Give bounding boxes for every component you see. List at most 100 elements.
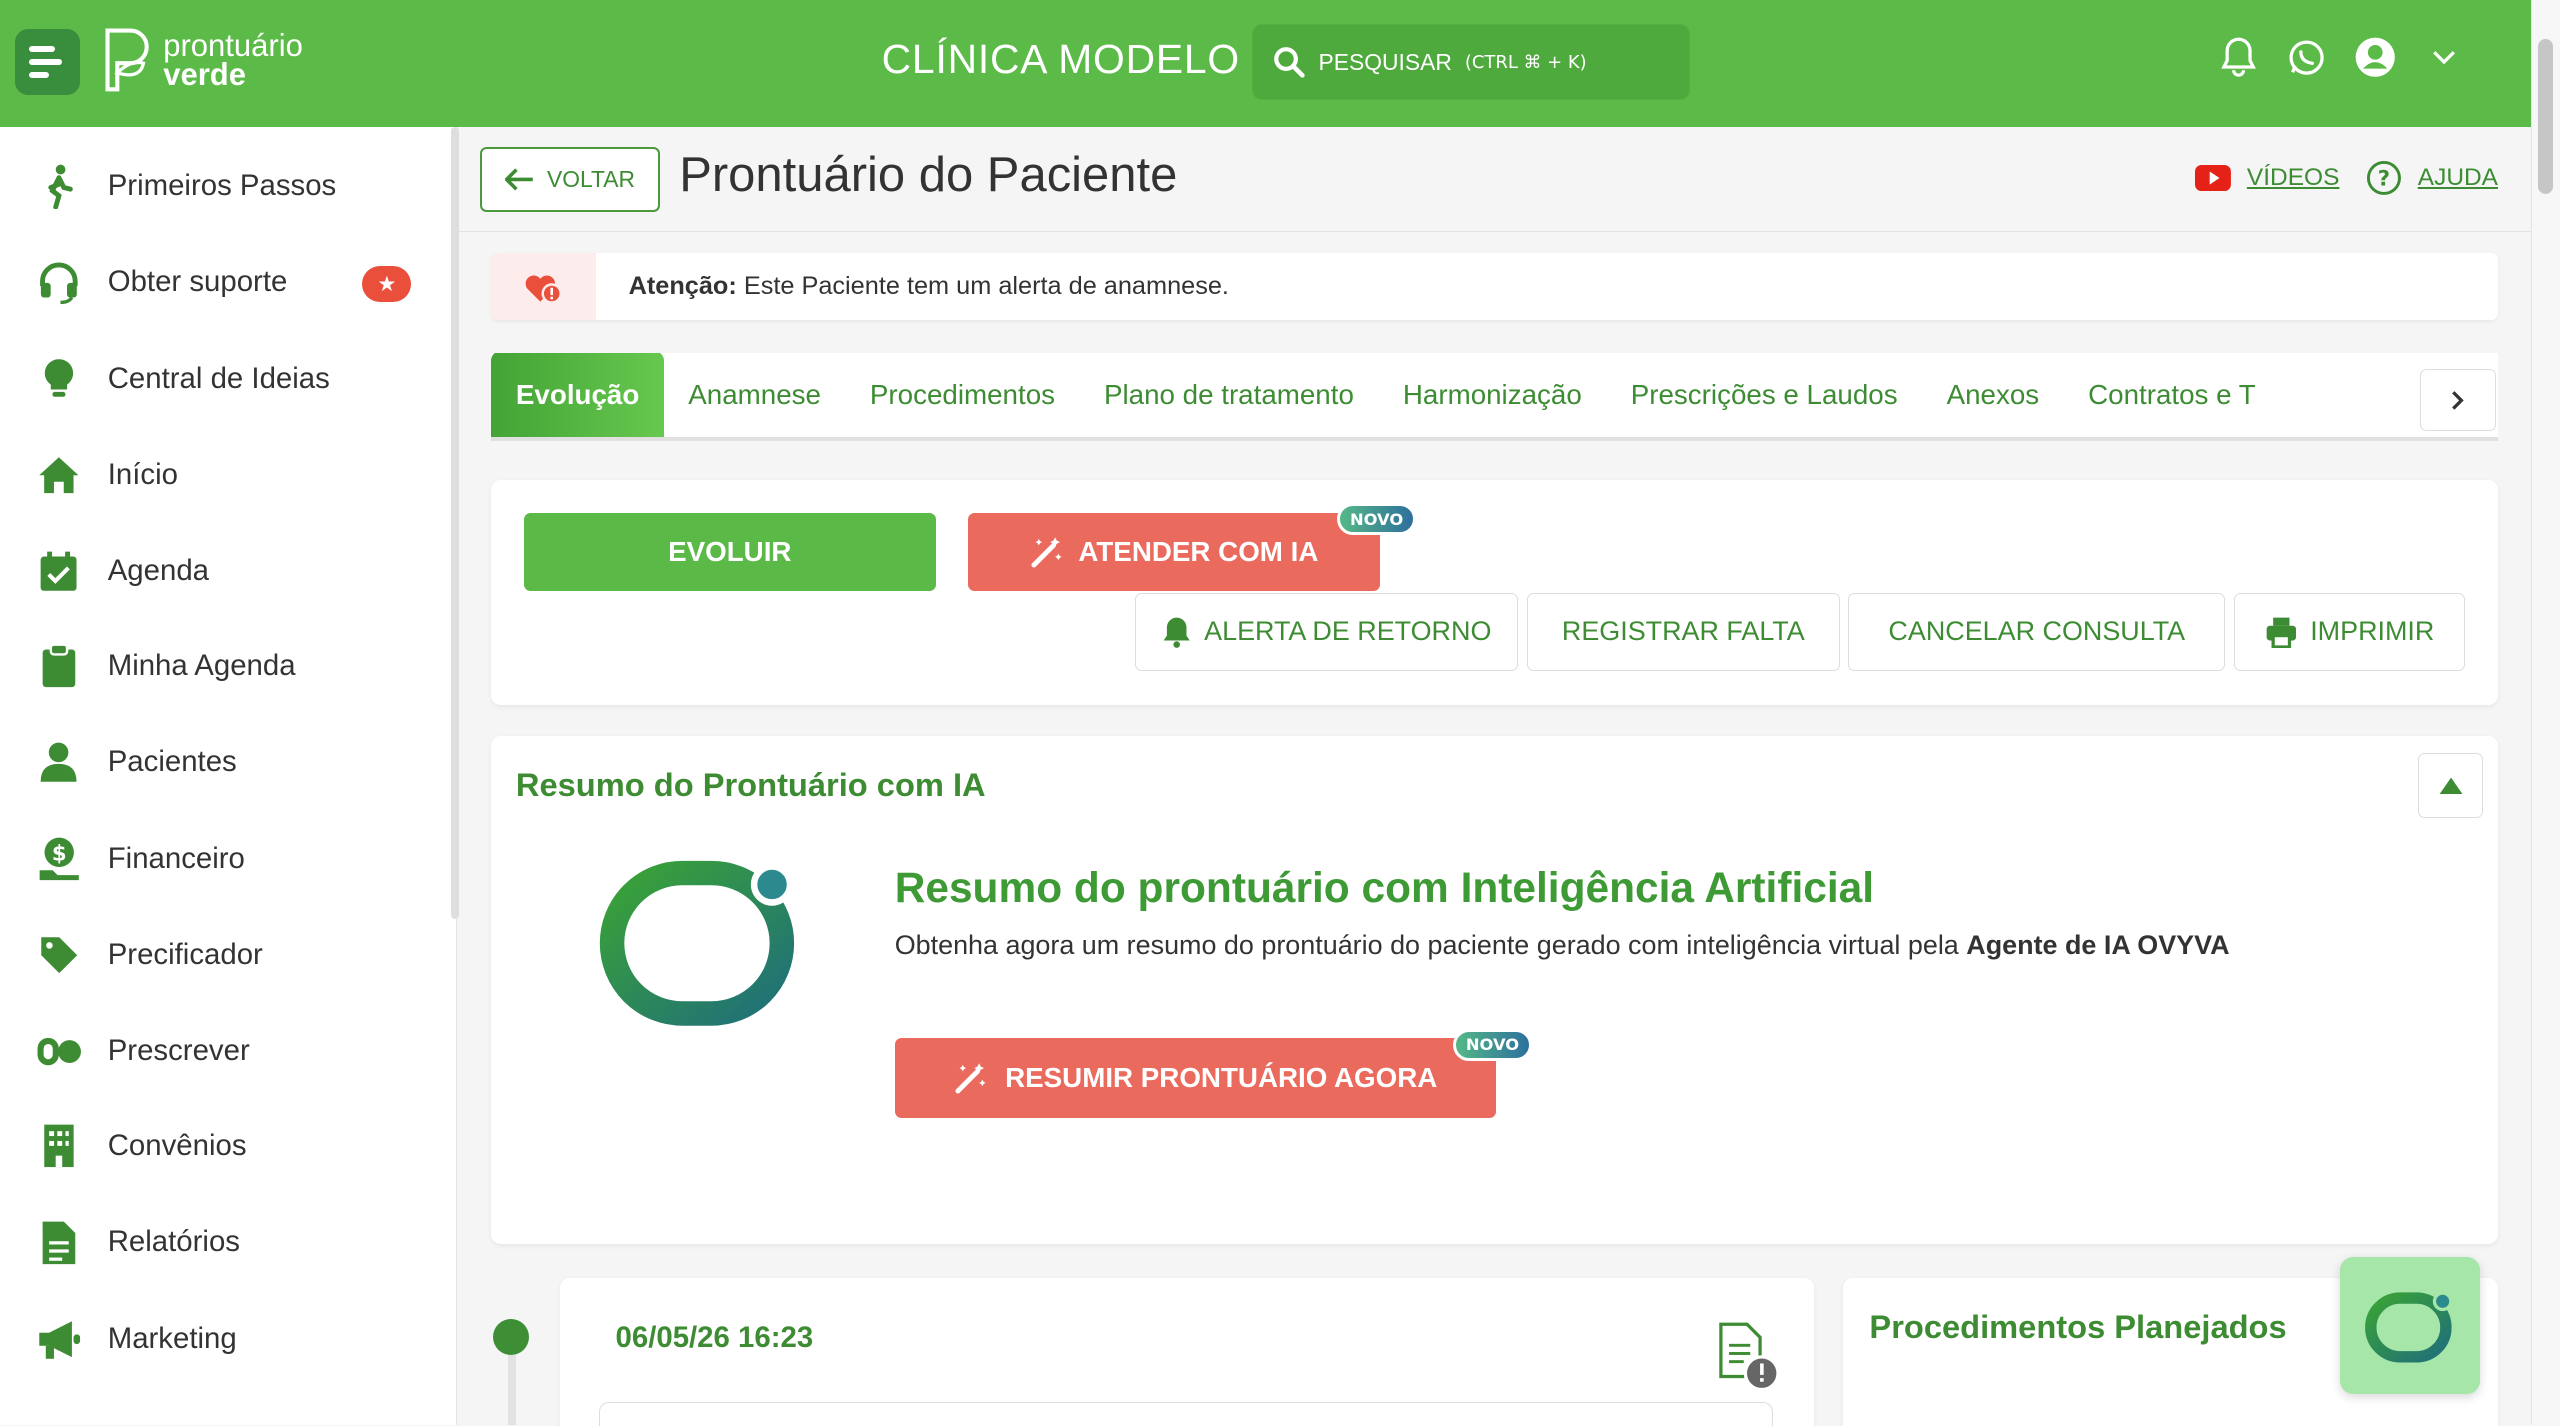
search-icon [1273, 46, 1305, 78]
tabs-next-button[interactable] [2419, 368, 2497, 432]
tabs-bar: Evolução Anamnese Procedimentos Plano de… [491, 352, 2499, 441]
sidebar-item-minha-agenda[interactable]: Minha Agenda [36, 638, 296, 694]
summary-card-title: Resumo do Prontuário com IA [515, 765, 986, 803]
headset-icon [36, 260, 82, 306]
top-bar: prontuário verde CLÍNICA MODELO PESQUISA… [0, 0, 2531, 128]
cancelar-consulta-button[interactable]: CANCELAR CONSULTA [1848, 592, 2226, 672]
walking-icon [36, 163, 82, 209]
page-scrollbar[interactable] [2530, 0, 2560, 1426]
search-hint: (CTRL ⌘ + K) [1464, 51, 1587, 73]
tag-icon [36, 932, 82, 978]
tab-anexos[interactable]: Anexos [1922, 353, 2064, 437]
videos-link[interactable]: VÍDEOS [2247, 164, 2340, 192]
home-icon [36, 452, 82, 498]
sidebar-item-label: Início [107, 458, 178, 492]
collapse-button[interactable] [2418, 752, 2484, 818]
imprimir-button[interactable]: IMPRIMIR [2233, 592, 2466, 672]
registrar-falta-button[interactable]: REGISTRAR FALTA [1526, 592, 1841, 672]
atender-com-ia-button[interactable]: ATENDER COM IA [968, 512, 1380, 591]
sidebar-item-label: Agenda [107, 554, 209, 588]
alerta-de-retorno-button[interactable]: ALERTA DE RETORNO [1134, 592, 1519, 672]
alert-strong: Atenção: [628, 272, 737, 301]
sidebar-item-central-de-ideias[interactable]: Central de Ideias [36, 351, 330, 407]
caret-up-icon [2439, 777, 2463, 794]
sidebar-item-label: Convênios [107, 1129, 247, 1163]
ai-assistant-button[interactable] [2339, 1257, 2481, 1395]
bell-icon[interactable] [2217, 36, 2259, 78]
chevron-right-icon [2451, 390, 2464, 410]
sidebar-item-label: Financeiro [107, 841, 245, 875]
back-label: VOLTAR [547, 166, 636, 193]
sidebar-item-label: Relatórios [107, 1225, 240, 1259]
imprimir-label: IMPRIMIR [2310, 616, 2435, 647]
clinic-name[interactable]: CLÍNICA MODELO [882, 36, 1240, 83]
heart-alert-icon [491, 253, 596, 320]
tab-evolucao[interactable]: Evolução [491, 352, 664, 437]
tab-prescricoes-e-laudos[interactable]: Prescrições e Laudos [1606, 353, 1922, 437]
sidebar-item-financeiro[interactable]: $ Financeiro [36, 831, 245, 887]
logo-line2: verde [163, 57, 246, 93]
evolution-content-box [599, 1402, 1774, 1426]
tab-procedimentos[interactable]: Procedimentos [845, 353, 1079, 437]
support-badge: ★ [362, 266, 412, 303]
tab-contratos[interactable]: Contratos e T [2064, 353, 2281, 437]
timeline-line [507, 1355, 516, 1426]
help-link[interactable]: AJUDA [2418, 164, 2498, 192]
magic-wand-icon [1031, 537, 1063, 568]
megaphone-icon [36, 1316, 82, 1362]
search-input[interactable]: PESQUISAR (CTRL ⌘ + K) [1252, 24, 1690, 100]
sidebar-item-label: Central de Ideias [107, 361, 330, 395]
building-icon [36, 1123, 82, 1169]
sidebar-item-prescrever[interactable]: Prescrever [36, 1024, 250, 1080]
sidebar-item-relatorios[interactable]: Relatórios [36, 1215, 240, 1271]
alert-text: Este Paciente tem um alerta de anamnese. [736, 272, 1229, 301]
pills-icon [36, 1029, 82, 1075]
summary-text: Obtenha agora um resumo do prontuário do… [894, 929, 1967, 960]
sidebar-item-agenda[interactable]: Agenda [36, 544, 209, 600]
summary-heading: Resumo do prontuário com Inteligência Ar… [894, 863, 1875, 911]
search-label: PESQUISAR [1318, 48, 1452, 75]
logo-icon [105, 28, 149, 92]
youtube-icon [2194, 164, 2231, 191]
lightbulb-icon [36, 356, 82, 402]
atender-com-ia-label: ATENDER COM IA [1078, 535, 1319, 567]
back-button[interactable]: VOLTAR [480, 146, 660, 213]
sidebar-item-primeiros-passos[interactable]: Primeiros Passos [36, 158, 336, 214]
summary-description: Obtenha agora um resumo do prontuário do… [895, 926, 2397, 965]
help-icon: ? [2366, 160, 2401, 195]
summary-agent: Agente de IA OVYVA [1966, 929, 2230, 960]
tab-harmonizacao[interactable]: Harmonização [1378, 353, 1606, 437]
chevron-down-icon[interactable] [2423, 36, 2465, 78]
resumir-prontuario-button[interactable]: RESUMIR PRONTUÁRIO AGORA [894, 1038, 1496, 1119]
sidebar-item-marketing[interactable]: Marketing [36, 1311, 237, 1367]
sidebar-item-obter-suporte[interactable]: Obter suporte [36, 255, 287, 311]
logo[interactable]: prontuário verde [101, 24, 303, 96]
sidebar-item-convenios[interactable]: Convênios [36, 1118, 247, 1174]
sidebar-item-label: Obter suporte [107, 265, 288, 299]
novo-badge: NOVO [1337, 502, 1417, 536]
sidebar-item-pacientes[interactable]: Pacientes [36, 735, 237, 791]
resumir-label: RESUMIR PRONTUÁRIO AGORA [1005, 1062, 1438, 1094]
ai-summary-card: Resumo do Prontuário com IA Resumo do pr… [491, 736, 2499, 1245]
sidebar-item-inicio[interactable]: Início [36, 447, 178, 503]
sidebar-scrollbar[interactable] [450, 127, 459, 920]
document-alert-icon[interactable] [1716, 1321, 1781, 1393]
user-avatar-icon[interactable] [2354, 36, 2396, 78]
evoluir-button[interactable]: EVOLUIR [524, 512, 936, 591]
anamnesis-alert: Atenção: Este Paciente tem um alerta de … [491, 253, 2499, 320]
page-scrollbar-thumb[interactable] [2538, 39, 2553, 195]
user-icon [36, 740, 82, 786]
menu-toggle-button[interactable] [14, 29, 80, 95]
whatsapp-icon[interactable] [2286, 36, 2328, 78]
evolution-date: 06/05/26 16:23 [615, 1320, 814, 1354]
ovyva-logo-icon [600, 861, 795, 1027]
novo-badge: NOVO [1453, 1028, 1532, 1062]
logo-line1: prontuário [163, 28, 303, 63]
tab-anamnese[interactable]: Anamnese [664, 353, 846, 437]
calendar-icon [36, 549, 82, 595]
tab-plano-de-tratamento[interactable]: Plano de tratamento [1079, 353, 1378, 437]
printer-icon [2266, 617, 2296, 649]
alerta-de-retorno-label: ALERTA DE RETORNO [1204, 616, 1492, 647]
timeline-dot [493, 1319, 529, 1356]
sidebar-item-precificador[interactable]: Precificador [36, 927, 263, 983]
